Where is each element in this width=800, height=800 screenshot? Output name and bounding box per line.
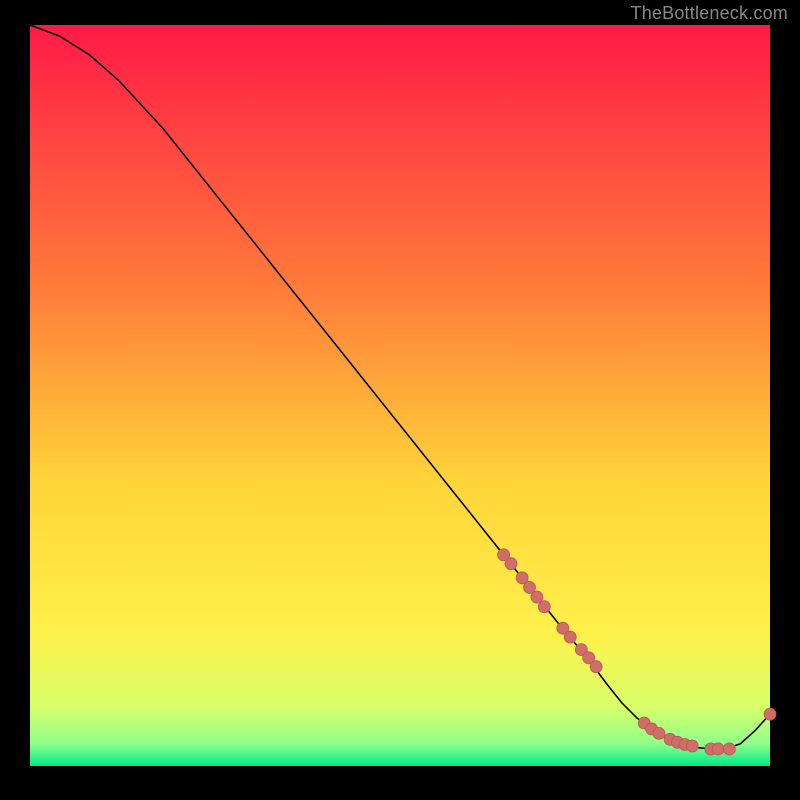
- data-marker: [538, 601, 550, 613]
- data-marker: [764, 708, 776, 720]
- data-marker: [505, 558, 517, 570]
- attribution-text: TheBottleneck.com: [631, 3, 788, 24]
- data-marker: [686, 740, 698, 752]
- chart-svg: [0, 0, 800, 800]
- data-marker: [712, 743, 724, 755]
- chart-stage: TheBottleneck.com: [0, 0, 800, 800]
- data-marker: [590, 661, 602, 673]
- data-marker: [564, 631, 576, 643]
- data-marker: [723, 743, 735, 755]
- plot-area: [30, 25, 770, 766]
- data-marker: [653, 727, 665, 739]
